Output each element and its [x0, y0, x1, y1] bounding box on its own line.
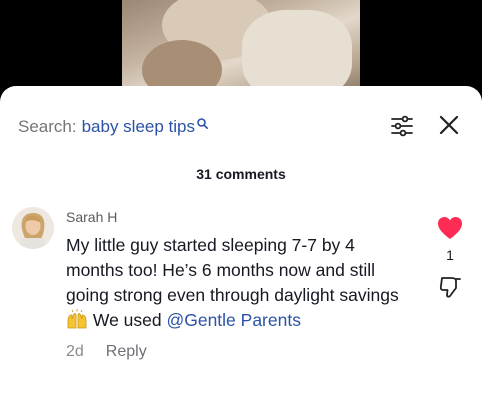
search-prefix-label: Search: [18, 117, 77, 136]
close-icon[interactable] [438, 114, 460, 136]
sliders-icon[interactable] [390, 114, 414, 138]
search-suggestion[interactable]: Search: baby sleep tips [18, 116, 208, 138]
reply-button[interactable]: Reply [106, 343, 147, 361]
search-icon[interactable] [197, 117, 208, 129]
thumbs-down-icon[interactable] [439, 276, 461, 298]
comment-body-continued: We used [88, 310, 167, 330]
comment-text: My little guy started sleeping 7-7 by 4 … [66, 233, 406, 333]
search-term-link[interactable]: baby sleep tips [82, 117, 195, 137]
comment-body: My little guy started sleeping 7-7 by 4 … [66, 235, 399, 305]
app-root: Search: baby sleep tips 31 comments Sara… [0, 0, 482, 411]
like-count: 1 [446, 247, 454, 263]
avatar-image [12, 207, 54, 249]
mention-link[interactable]: @Gentle Parents [166, 310, 301, 330]
comment-username[interactable]: Sarah H [66, 209, 117, 225]
comment-meta: 2d Reply [66, 343, 147, 361]
raising-hands-emoji [67, 309, 87, 329]
avatar[interactable] [12, 207, 54, 249]
comment-age: 2d [66, 343, 84, 360]
comment-count: 31 comments [196, 166, 286, 182]
heart-icon[interactable] [437, 216, 463, 240]
video-thumbnail[interactable] [122, 0, 360, 100]
